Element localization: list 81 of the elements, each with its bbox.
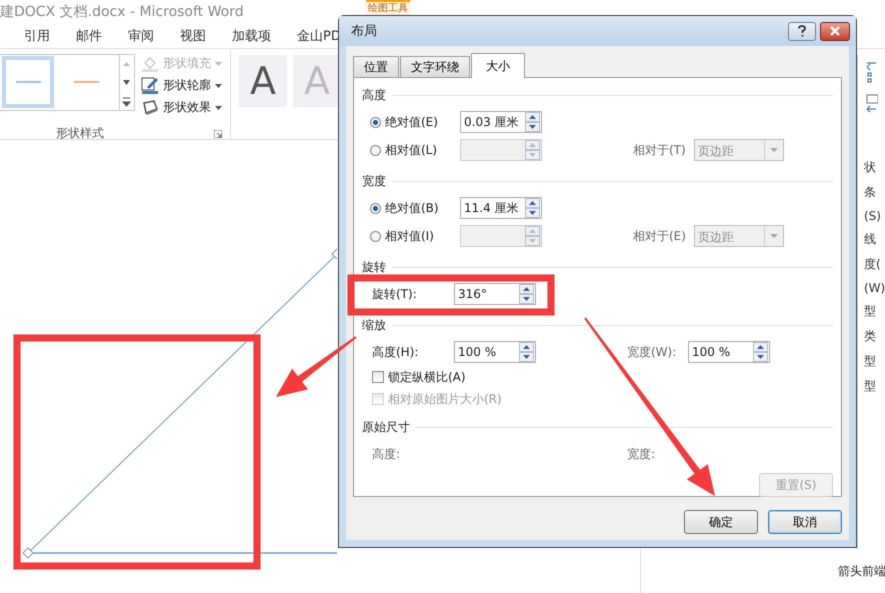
- info-label: 高度:: [371, 446, 402, 462]
- radio-label: 绝对值(B): [385, 200, 439, 216]
- pane-label: (S): [864, 209, 882, 223]
- radio-label: 绝对值(E): [385, 114, 438, 130]
- pane-label: 型: [864, 353, 877, 370]
- checkbox-label: 锁定纵横比(A): [388, 368, 466, 386]
- spinner-arrows-icon: [525, 198, 540, 218]
- spinner-arrows-icon: [525, 226, 540, 246]
- pane-label: 线: [864, 231, 877, 248]
- question-mark-icon: [797, 25, 807, 37]
- radio-label: 相对值(L): [385, 142, 438, 158]
- command-label: 形状轮廓: [163, 77, 211, 94]
- cancel-button[interactable]: 取消: [768, 510, 842, 534]
- section-title: 原始尺寸: [362, 418, 410, 436]
- dialog-launcher-icon: [214, 130, 222, 138]
- ribbon-tab[interactable]: 视图: [180, 27, 206, 45]
- pane-label: (W): [864, 281, 885, 295]
- spinner-arrows-icon: [753, 342, 768, 362]
- style-thumbnail[interactable]: [2, 56, 54, 108]
- gallery-scrollbar[interactable]: [119, 55, 134, 110]
- radio-button[interactable]: [370, 230, 381, 242]
- spinner-arrows-icon: [525, 140, 540, 160]
- pane-label: 度(: [864, 256, 882, 273]
- checkbox-label: 相对原始图片大小(R): [388, 390, 502, 408]
- pane-label: 状: [864, 159, 877, 176]
- command-label: 形状填充: [163, 55, 211, 72]
- ribbon-tab[interactable]: 加载项: [232, 27, 271, 45]
- group-label: 形状样式: [56, 125, 104, 142]
- pen-icon: [141, 76, 159, 95]
- ribbon-tab[interactable]: 审阅: [128, 27, 154, 45]
- dropdown-caret-icon: [770, 234, 778, 238]
- relative-to-label: 相对于(E): [633, 228, 687, 244]
- dropdown-value: 页边距: [697, 229, 735, 246]
- ribbon-tab[interactable]: 引用: [24, 27, 50, 45]
- spin-field[interactable]: 0.03 厘米: [460, 111, 542, 133]
- dialog-tab[interactable]: 文字环绕: [400, 56, 470, 77]
- help-button[interactable]: [788, 22, 816, 40]
- dropdown-caret-icon: [215, 106, 222, 110]
- spin-field[interactable]: 100 %: [454, 341, 536, 363]
- pane-label: 型: [864, 303, 877, 320]
- spinner-arrows-icon: [519, 342, 534, 362]
- pane-label: 类: [864, 328, 877, 345]
- eraser-icon: [141, 98, 159, 117]
- spinner-arrows-icon: [525, 112, 540, 132]
- section-title: 旋转: [362, 258, 386, 276]
- radio-label: 相对值(I): [385, 228, 434, 244]
- pane-label: 条: [864, 184, 877, 201]
- ok-button[interactable]: 确定: [684, 510, 758, 534]
- spin-field[interactable]: 316°: [454, 283, 536, 305]
- window-title: 建DOCX 文档.docx - Microsoft Word: [0, 3, 244, 21]
- wordart-style[interactable]: A: [239, 55, 287, 107]
- spin-field[interactable]: 100 %: [688, 341, 770, 363]
- close-button[interactable]: [820, 22, 850, 40]
- dropdown-caret-icon: [215, 62, 222, 66]
- ribbon-tab[interactable]: 邮件: [76, 27, 102, 45]
- section-title: 高度: [362, 86, 386, 104]
- close-icon: [829, 26, 841, 36]
- dialog-title: 布局: [351, 23, 378, 40]
- radio-button[interactable]: [370, 144, 381, 156]
- spinner-arrows-icon: [519, 284, 534, 304]
- command-label: 形状效果: [163, 99, 211, 116]
- dialog-tab[interactable]: 位置: [353, 56, 399, 77]
- field-label: 旋转(T):: [371, 286, 418, 302]
- pane-label: 型: [864, 378, 877, 395]
- field-label: 高度(H):: [371, 344, 420, 360]
- radio-button[interactable]: [370, 116, 381, 128]
- dropdown-caret-icon: [770, 148, 778, 152]
- section-title: 宽度: [362, 172, 386, 190]
- field-label: 宽度(W):: [627, 344, 678, 360]
- shape-command-button[interactable]: 形状轮廓: [141, 76, 222, 95]
- info-label: 宽度:: [627, 446, 656, 462]
- relative-to-label: 相对于(T): [633, 142, 687, 158]
- shape-command-button[interactable]: 形状效果: [141, 98, 222, 117]
- spin-field[interactable]: 11.4 厘米: [460, 197, 542, 219]
- section-title: 缩放: [362, 316, 386, 334]
- dropdown-value: 页边距: [697, 143, 735, 160]
- contextual-tab[interactable]: 绘图工具: [366, 0, 410, 15]
- dialog-tab[interactable]: 大小: [471, 53, 525, 78]
- checkbox[interactable]: [372, 371, 384, 383]
- dropdown-caret-icon: [215, 84, 222, 88]
- radio-button[interactable]: [370, 202, 381, 214]
